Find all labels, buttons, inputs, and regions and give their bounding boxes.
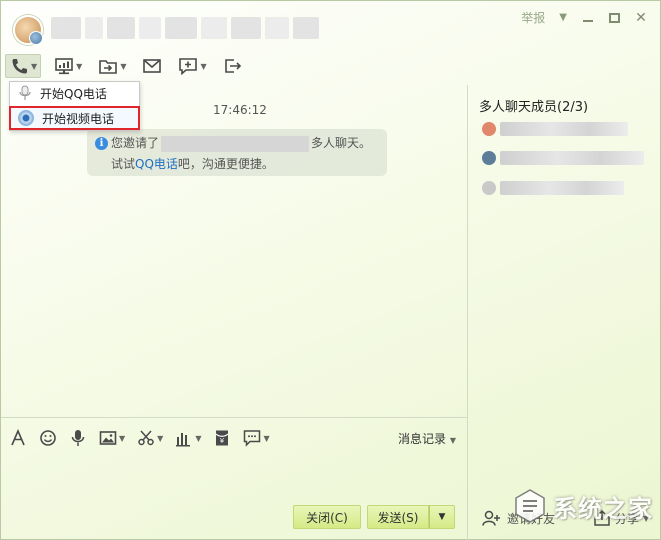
member-avatar [482,122,496,136]
exit-group-button[interactable] [220,54,246,78]
member-avatar [482,181,496,195]
notice-line2-prefix: 试试 [111,157,136,171]
history-caret-icon: ▼ [449,436,456,445]
image-icon [99,431,117,445]
bars-icon [176,433,191,447]
message-history-button[interactable]: 消息记录 ▼ [398,430,456,447]
qq-call-link[interactable]: QQ电话 [135,154,178,175]
microphone-icon [19,85,31,100]
member-row[interactable] [482,120,628,138]
call-caret-icon: ▼ [31,61,38,71]
member-row[interactable] [482,149,644,167]
chat-toolbar: ▼ ▼ ▼ ▼ [5,53,246,79]
notice-prefix: 您邀请了 [111,136,160,150]
svg-text:¥: ¥ [220,437,225,445]
menu-item-qq-call[interactable]: 开始QQ电话 [10,82,139,104]
menu-chevron-icon[interactable]: ▼ [559,12,567,23]
exit-icon [224,59,241,73]
chat-app-icon [244,430,261,447]
report-link[interactable]: 举报 [521,9,545,26]
chat-window: 举报 ▼ ✕ ▼ ▼ ▼ ▼ 开始QQ电话 开始视频电话 17:46:12 i … [0,0,661,540]
screen-caret-icon: ▼ [76,61,83,71]
member-name-redacted [500,181,624,195]
minimize-icon[interactable] [581,11,595,25]
font-button[interactable] [9,429,27,447]
watermark-logo-icon [515,489,545,523]
mail-icon [143,59,162,73]
send-button[interactable]: 发送(S) [367,505,429,529]
members-title: 多人聊天成员(2/3) [479,100,589,115]
menu-item-label: 开始QQ电话 [40,86,107,101]
email-button[interactable] [139,54,165,78]
maximize-icon[interactable] [609,12,620,23]
close-button[interactable]: 关闭(C) [293,505,361,529]
info-icon: i [95,137,108,150]
member-row[interactable] [482,179,624,197]
screen-share-button[interactable]: ▼ [51,54,85,78]
font-icon [11,429,25,446]
site-watermark: 系统之家 [511,487,653,525]
member-name-redacted [500,151,644,165]
app-caret-icon: ▼ [200,61,207,71]
red-packet-icon: ¥ [216,430,229,446]
emoji-button[interactable] [39,429,57,447]
screenshot-button[interactable]: ▼ [137,429,163,447]
invited-names-redacted [161,135,310,152]
more-apps-button[interactable]: ▼ [243,429,270,447]
menu-item-video-call[interactable]: 开始视频电话 [9,106,140,130]
call-button[interactable]: ▼ [5,54,42,78]
system-notice: i 您邀请了 多人聊天。 试试 QQ电话 吧，沟通更便捷。 [87,129,387,176]
phone-icon [12,59,27,74]
scissors-icon [138,430,154,446]
add-app-icon [179,58,198,75]
close-window-icon[interactable]: ✕ [634,10,648,26]
message-timestamp: 17:46:12 [213,103,267,117]
image-caret-icon: ▼ [119,433,126,443]
red-packet-button[interactable]: ¥ [213,429,231,447]
screen-icon [55,58,73,75]
music-button[interactable]: ▼ [175,429,201,447]
app-button[interactable]: ▼ [175,54,209,78]
notice-line2-suffix: 吧，沟通更便捷。 [177,157,274,171]
image-button[interactable]: ▼ [99,429,125,447]
voice-message-button[interactable] [69,429,87,447]
input-divider [1,417,467,418]
send-options-button[interactable]: ▼ [429,505,455,529]
menu-item-label: 开始视频电话 [42,111,115,126]
watermark-text: 系统之家 [553,493,653,523]
add-user-icon [482,510,500,526]
smiley-icon [40,430,56,446]
notice-suffix: 多人聊天。 [311,136,372,150]
more-caret-icon: ▼ [263,433,270,443]
member-name-redacted [500,122,628,136]
file-caret-icon: ▼ [120,61,127,71]
send-file-button[interactable]: ▼ [95,54,129,78]
member-avatar-icon [29,31,43,45]
chat-title-redacted [51,17,319,39]
screenshot-caret-icon: ▼ [157,433,164,443]
window-controls: 举报 ▼ ✕ [521,9,648,26]
music-caret-icon: ▼ [195,433,202,443]
panel-divider [467,85,468,540]
microphone-icon [71,430,85,446]
member-avatar [482,151,496,165]
history-label: 消息记录 [398,432,447,446]
input-toolbar: ▼ ▼ ▼ ¥ ▼ [9,427,270,449]
folder-transfer-icon [99,60,118,74]
call-dropdown-menu: 开始QQ电话 开始视频电话 [9,81,140,131]
camera-icon [18,110,34,126]
